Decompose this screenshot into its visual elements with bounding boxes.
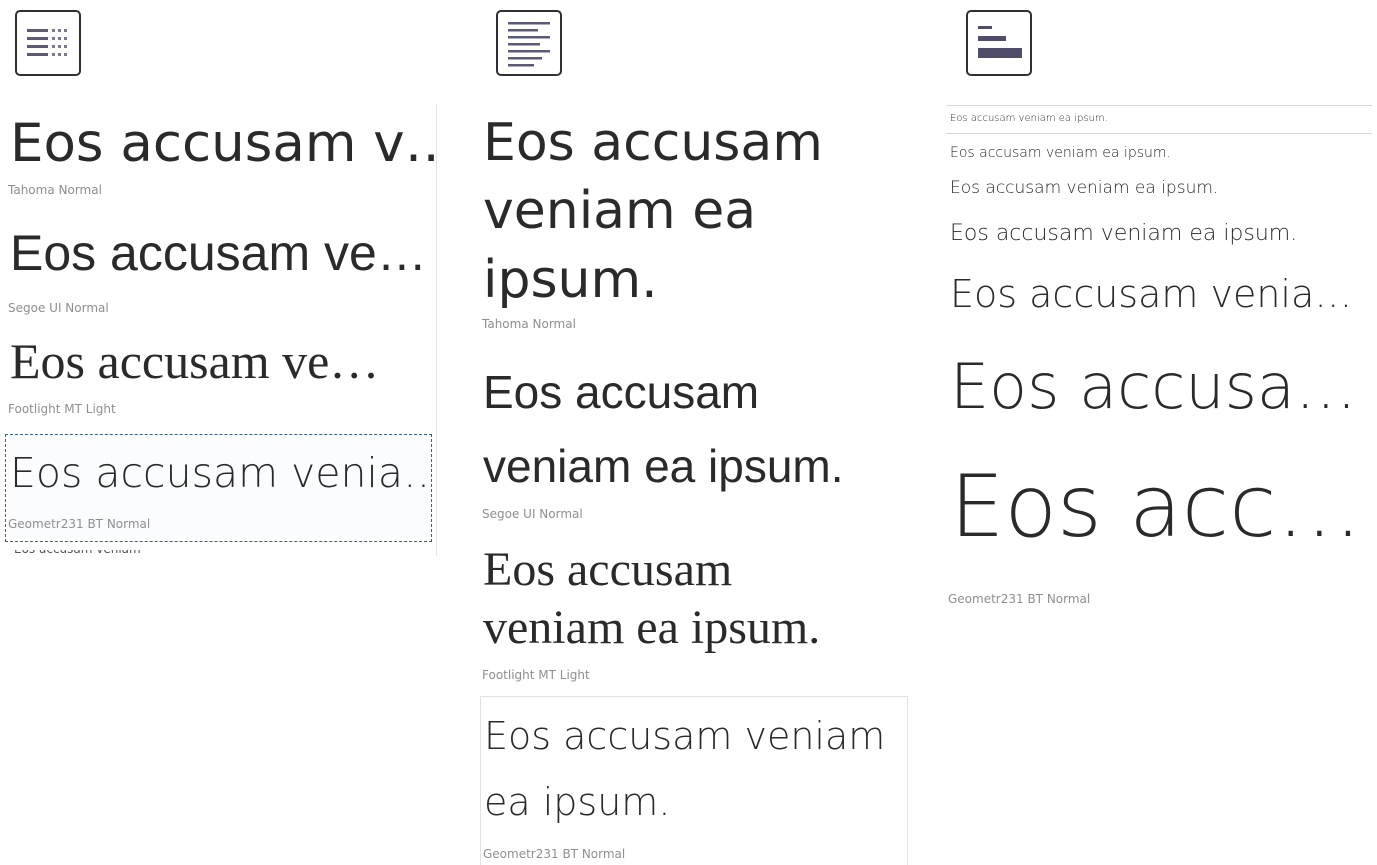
font-sample-text: Eos accusam v…: [10, 113, 437, 174]
waterfall-sample: Eos accusa…: [950, 350, 1357, 423]
font-sample-line: veniam ea: [483, 181, 757, 241]
font-sample-line: ipsum.: [483, 250, 658, 310]
waterfall-sample: Eos acc…: [950, 457, 1363, 557]
waterfall-font-preview[interactable]: Eos accusam veniam ea ipsum. Eos accusam…: [946, 104, 1374, 614]
multi-line-view-button[interactable]: [496, 10, 562, 76]
font-name-label: Segoe UI Normal: [482, 507, 583, 521]
font-name-label: Footlight MT Light: [8, 402, 116, 416]
waterfall-sample: Eos accusam veniam ea ipsum.: [950, 145, 1171, 161]
font-sample-text: Eos accusam venia…: [10, 449, 437, 497]
font-list-item[interactable]: Eos accusam veniam ea ipsum. Geometr231 …: [480, 696, 908, 865]
waterfall-view-icon: [978, 26, 1022, 58]
font-sample-line: Eos accusam: [483, 113, 823, 173]
font-name-label: Tahoma Normal: [482, 317, 576, 331]
font-name-label: Geometr231 BT Normal: [948, 592, 1091, 606]
single-line-font-list[interactable]: Eos accusam v… Tahoma Normal Eos accusam…: [0, 104, 437, 556]
font-name-label: Tahoma Normal: [8, 183, 102, 197]
font-list-item[interactable]: Eos accusam ve… Segoe UI Normal: [0, 214, 432, 324]
multi-line-view-icon: [508, 22, 550, 67]
font-sample-line: Eos accusam: [483, 366, 760, 418]
font-list-item[interactable]: Eos accusam v… Tahoma Normal: [0, 104, 436, 214]
clipped-next-item: Eos accusam veniam: [14, 550, 142, 555]
waterfall-sample: Eos accusam veniam ea ipsum.: [950, 113, 1108, 124]
multi-line-font-list[interactable]: Eos accusam veniam ea ipsum. Tahoma Norm…: [480, 104, 910, 865]
font-name-label: Footlight MT Light: [482, 668, 590, 682]
waterfall-sample: Eos accusam venia…: [950, 272, 1353, 316]
font-name-label: Geometr231 BT Normal: [8, 517, 151, 531]
waterfall-sample: Eos accusam veniam ea ipsum.: [950, 221, 1298, 246]
font-sample-text: Eos accusam ve…: [10, 333, 380, 389]
selected-font-list-item[interactable]: Eos accusam venia… Geometr231 BT Normal: [5, 434, 436, 542]
font-name-label: Geometr231 BT Normal: [483, 847, 626, 861]
font-sample-line: Eos accusam veniam: [484, 714, 886, 758]
font-list-item[interactable]: Eos accusam ve… Footlight MT Light: [0, 324, 432, 424]
font-name-label: Segoe UI Normal: [8, 301, 109, 315]
font-sample-text: Eos accusam ve…: [10, 225, 427, 281]
waterfall-view-button[interactable]: [966, 10, 1032, 76]
font-sample-line: veniam ea ipsum.: [483, 601, 821, 654]
font-sample-line: ea ipsum.: [484, 780, 671, 824]
waterfall-sample: Eos accusam veniam ea ipsum.: [950, 178, 1219, 198]
font-sample-line: Eos accusam: [483, 543, 733, 596]
list-view-button[interactable]: [15, 10, 81, 76]
list-grid-view-icon: [27, 29, 67, 56]
font-sample-line: veniam ea ipsum.: [483, 440, 844, 492]
